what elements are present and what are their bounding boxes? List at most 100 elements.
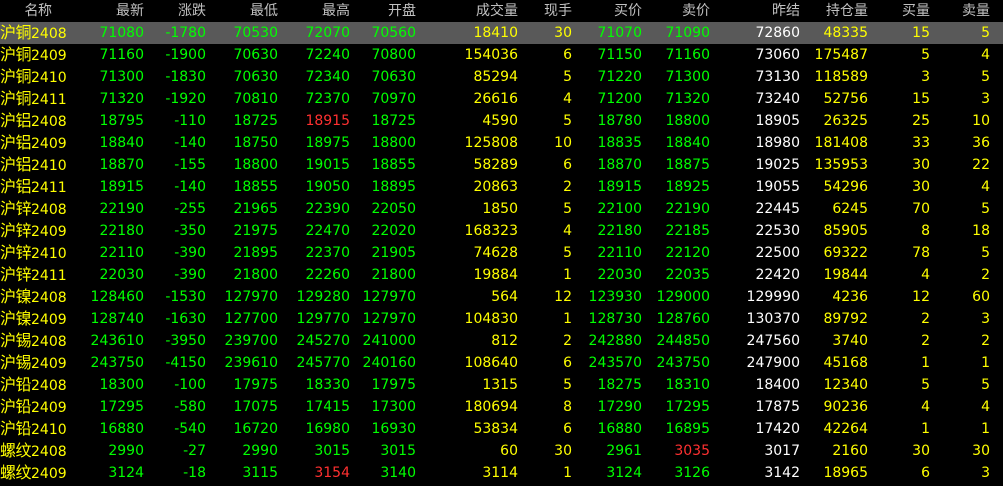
bid-price: 18870 — [597, 157, 642, 173]
contract-code: 2409 — [31, 224, 67, 240]
table-row[interactable]: 沪铅2410 16880 -540 16720 16980 16930 53834 6 1688… — [0, 418, 1003, 440]
contract-name: 螺纹2408 — [0, 440, 76, 462]
header-ask-qty[interactable]: 卖量 — [932, 0, 990, 22]
contract-prefix: 沪锌 — [0, 199, 32, 218]
contract-code: 2411 — [31, 268, 67, 284]
table-row[interactable]: 螺纹2409 3124 -18 3115 3154 3140 3114 1 3124 3126 31… — [0, 462, 1003, 484]
high-price: 129280 — [296, 289, 350, 305]
table-row[interactable]: 沪铅2408 18300 -100 17975 18330 17975 1315 5 18275… — [0, 374, 1003, 396]
table-row[interactable]: 沪铝2409 18840 -140 18750 18975 18800 125808 10 18… — [0, 132, 1003, 154]
header-open-interest[interactable]: 持仓量 — [802, 0, 868, 22]
table-row[interactable]: 沪锡2409 243750 -4150 239610 245770 240160 10864… — [0, 352, 1003, 374]
open-interest: 181408 — [814, 135, 868, 151]
open-price: 127970 — [362, 289, 416, 305]
table-row[interactable]: 沪铜2408 71080 -1780 70530 72070 70560 18410 30 71… — [0, 22, 1003, 44]
header-ask[interactable]: 卖价 — [644, 0, 710, 22]
contract-name: 沪铅2408 — [0, 374, 76, 396]
prev-settle: 22445 — [755, 201, 800, 217]
header-row: 名称 最新 涨跌 最低 最高 开盘 成交量 现手 买价 卖价 昨结 持仓量 买量… — [0, 0, 1003, 22]
high-price: 22390 — [305, 201, 350, 217]
open-price: 241000 — [362, 333, 416, 349]
bid-qty: 6 — [921, 465, 930, 481]
header-open[interactable]: 开盘 — [352, 0, 416, 22]
bid-qty: 15 — [912, 91, 930, 107]
bid-qty: 4 — [921, 399, 930, 415]
open-interest: 42264 — [823, 421, 868, 437]
change: -18 — [183, 465, 206, 481]
header-low[interactable]: 最低 — [208, 0, 278, 22]
bid-price: 18835 — [597, 135, 642, 151]
table-row[interactable]: 沪镍2409 128740 -1630 127700 129770 127970 10483… — [0, 308, 1003, 330]
contract-prefix: 沪锡 — [0, 331, 32, 350]
high-price: 22470 — [305, 223, 350, 239]
change: -1830 — [165, 69, 206, 85]
ask-qty: 5 — [981, 69, 990, 85]
table-row[interactable]: 螺纹2408 2990 -27 2990 3015 3015 60 30 2961 3035 301… — [0, 440, 1003, 462]
table-row[interactable]: 沪铝2411 18915 -140 18855 19050 18895 20863 2 1891… — [0, 176, 1003, 198]
contract-code: 2409 — [31, 356, 67, 372]
header-bid[interactable]: 买价 — [574, 0, 642, 22]
contract-prefix: 沪铝 — [0, 111, 32, 130]
volume: 19884 — [473, 267, 518, 283]
contract-name: 螺纹2409 — [0, 462, 76, 484]
ask-price: 22190 — [665, 201, 710, 217]
ask-qty: 30 — [972, 443, 990, 459]
last-price: 22110 — [99, 245, 144, 261]
volume: 108640 — [464, 355, 518, 371]
contract-code: 2408 — [31, 114, 67, 130]
high-price: 245770 — [296, 355, 350, 371]
bid-qty: 5 — [921, 47, 930, 63]
bid-price: 128730 — [588, 311, 642, 327]
header-change[interactable]: 涨跌 — [146, 0, 206, 22]
table-row[interactable]: 沪锡2408 243610 -3950 239700 245270 241000 812 2 2… — [0, 330, 1003, 352]
volume: 564 — [491, 289, 518, 305]
ask-price: 17295 — [665, 399, 710, 415]
table-row[interactable]: 沪锌2411 22030 -390 21800 22260 21800 19884 1 2203… — [0, 264, 1003, 286]
low-price: 70810 — [233, 91, 278, 107]
table-row[interactable]: 沪铅2409 17295 -580 17075 17415 17300 180694 8 172… — [0, 396, 1003, 418]
prev-settle: 3142 — [764, 465, 800, 481]
table-row[interactable]: 沪锌2409 22180 -350 21975 22470 22020 168323 4 221… — [0, 220, 1003, 242]
table-row[interactable]: 沪锌2410 22110 -390 21895 22370 21905 74628 5 2211… — [0, 242, 1003, 264]
ask-price: 244850 — [656, 333, 710, 349]
ask-price: 3035 — [674, 443, 710, 459]
bid-qty: 4 — [921, 267, 930, 283]
ask-price: 3126 — [674, 465, 710, 481]
table-row[interactable]: 沪镍2408 128460 -1530 127970 129280 127970 564 12… — [0, 286, 1003, 308]
change: -110 — [174, 113, 206, 129]
table-row[interactable]: 沪铝2410 18870 -155 18800 19015 18855 58289 6 1887… — [0, 154, 1003, 176]
contract-code: 2408 — [31, 202, 67, 218]
header-name[interactable]: 名称 — [0, 0, 76, 22]
prev-settle: 17420 — [755, 421, 800, 437]
open-price: 21800 — [371, 267, 416, 283]
low-price: 70630 — [233, 47, 278, 63]
contract-name: 沪铅2410 — [0, 418, 76, 440]
ask-qty: 10 — [972, 113, 990, 129]
header-last[interactable]: 最新 — [78, 0, 144, 22]
ask-qty: 60 — [972, 289, 990, 305]
table-row[interactable]: 沪铜2410 71300 -1830 70630 72340 70630 85294 5 712… — [0, 66, 1003, 88]
last-price: 243750 — [90, 355, 144, 371]
last-price: 128460 — [90, 289, 144, 305]
header-prev-settle[interactable]: 昨结 — [712, 0, 800, 22]
high-price: 22370 — [305, 245, 350, 261]
last-price: 22180 — [99, 223, 144, 239]
open-price: 70800 — [371, 47, 416, 63]
table-row[interactable]: 沪铝2408 18795 -110 18725 18915 18725 4590 5 18780… — [0, 110, 1003, 132]
bid-price: 2961 — [606, 443, 642, 459]
contract-code: 2410 — [31, 246, 67, 262]
low-price: 21965 — [233, 201, 278, 217]
header-bid-qty[interactable]: 买量 — [870, 0, 930, 22]
prev-settle: 72860 — [755, 25, 800, 41]
current-hand: 5 — [563, 377, 572, 393]
table-row[interactable]: 沪锌2408 22190 -255 21965 22390 22050 1850 5 22100… — [0, 198, 1003, 220]
prev-settle: 247900 — [746, 355, 800, 371]
table-row[interactable]: 沪铜2411 71320 -1920 70810 72370 70970 26616 4 712… — [0, 88, 1003, 110]
header-high[interactable]: 最高 — [280, 0, 350, 22]
header-volume[interactable]: 成交量 — [418, 0, 518, 22]
table-row[interactable]: 沪铜2409 71160 -1900 70630 72240 70800 154036 6 71… — [0, 44, 1003, 66]
open-price: 70970 — [371, 91, 416, 107]
header-current[interactable]: 现手 — [520, 0, 572, 22]
change: -1630 — [165, 311, 206, 327]
volume: 4590 — [482, 113, 518, 129]
